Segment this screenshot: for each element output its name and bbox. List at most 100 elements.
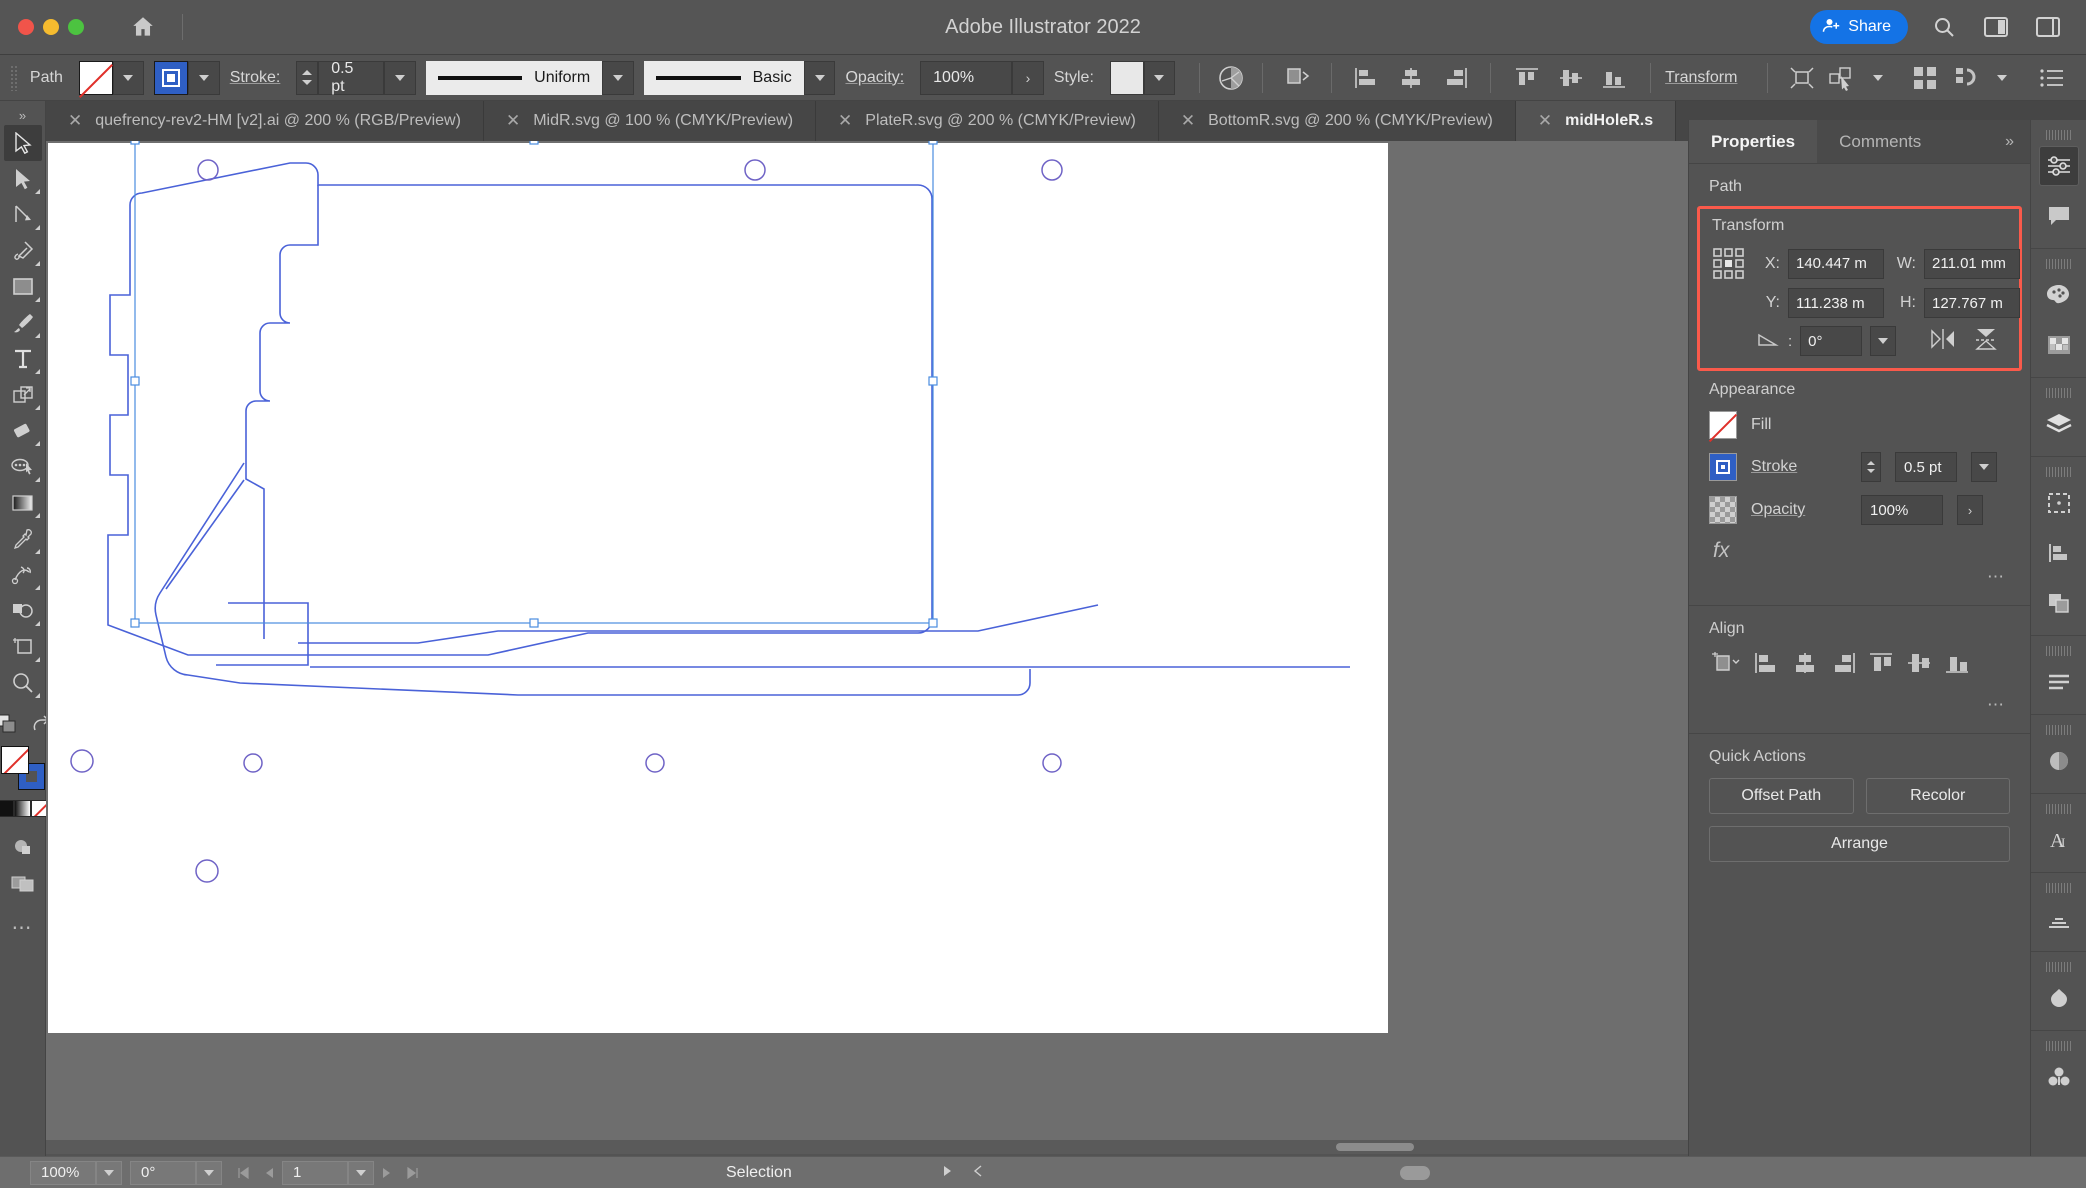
opacity-row[interactable]: Opacity 100% › [1709, 495, 2010, 525]
graphic-style-dropdown[interactable] [1144, 61, 1176, 95]
eraser-tool[interactable] [4, 413, 42, 449]
previous-page-icon[interactable] [256, 1161, 282, 1185]
stroke-weight-input[interactable]: 0.5 pt [1895, 452, 1957, 482]
edit-toolbar-icon[interactable]: ⋯ [4, 909, 42, 945]
canvas-horizontal-scrollbar[interactable] [46, 1140, 1688, 1154]
comments-panel-icon[interactable] [2039, 196, 2079, 236]
reference-point-picker[interactable] [1712, 247, 1746, 281]
brush-definition-field[interactable]: Basic [644, 61, 804, 95]
align-bottom-icon[interactable] [1943, 650, 1971, 681]
artboards-panel-icon[interactable] [2039, 483, 2079, 523]
document-tab-0[interactable]: ✕ quefrency-rev2-HM [v2].ai @ 200 % (RGB… [46, 101, 484, 141]
arrange-documents-icon[interactable] [1980, 11, 2012, 43]
fill-and-stroke-swatches[interactable] [1, 746, 45, 790]
drawing-modes-icon[interactable] [4, 829, 42, 865]
color-panel-icon[interactable] [2039, 275, 2079, 315]
recolor-button[interactable]: Recolor [1866, 778, 2011, 814]
x-input[interactable]: 140.447 m [1788, 249, 1884, 279]
tab-comments[interactable]: Comments [1817, 120, 1943, 163]
flip-vertical-icon[interactable] [1974, 327, 1998, 356]
artboard-number-field[interactable]: 1 [282, 1161, 348, 1185]
close-tab-icon[interactable]: ✕ [838, 111, 852, 131]
align-top-icon[interactable] [1867, 650, 1895, 681]
share-button[interactable]: Share [1810, 10, 1908, 44]
rail-group-grip[interactable] [2046, 130, 2072, 140]
rail-group-grip[interactable] [2046, 725, 2072, 735]
appearance-more-options-icon[interactable]: ⋯ [1709, 567, 2010, 587]
stroke-weight-dropdown[interactable] [1971, 452, 1997, 482]
gradient-tool[interactable] [4, 485, 42, 521]
stroke-swatch[interactable] [1709, 453, 1737, 481]
brushes-panel-icon[interactable] [2039, 741, 2079, 781]
selection-tool[interactable] [4, 125, 42, 161]
align-panel-icon[interactable] [2039, 533, 2079, 573]
align-top-icon[interactable] [1505, 66, 1549, 90]
pen-tool[interactable] [4, 233, 42, 269]
paragraph-panel-icon[interactable] [2039, 662, 2079, 702]
snap-to-point-icon[interactable] [1947, 65, 1987, 91]
color-mode-buttons[interactable] [0, 800, 48, 817]
rail-group-grip[interactable] [2046, 883, 2072, 893]
document-tab-4[interactable]: ✕ midHoleR.s [1516, 101, 1676, 141]
eyedropper-tool[interactable] [4, 521, 42, 557]
select-behind-dropdown[interactable] [1862, 61, 1894, 95]
first-page-icon[interactable] [230, 1161, 256, 1185]
offset-path-button[interactable]: Offset Path [1709, 778, 1854, 814]
opacity-input[interactable]: 100% [1861, 495, 1943, 525]
gradient-panel-icon[interactable] [2039, 899, 2079, 939]
close-window-button[interactable] [18, 19, 34, 35]
direct-selection-tool[interactable] [4, 161, 42, 197]
selection-bounding-box[interactable] [131, 141, 941, 631]
stroke-label[interactable]: Stroke [1751, 458, 1847, 476]
rotation-dropdown[interactable] [196, 1161, 222, 1185]
rail-group-grip[interactable] [2046, 467, 2072, 477]
blend-tool[interactable] [4, 557, 42, 593]
rail-group-grip[interactable] [2046, 259, 2072, 269]
opacity-options-button[interactable]: › [1957, 495, 1983, 525]
fill-color-swatch[interactable] [79, 61, 113, 95]
align-left-icon[interactable] [1346, 66, 1390, 90]
align-left-icon[interactable] [1753, 650, 1781, 681]
isolate-selected-path-icon[interactable] [1782, 65, 1822, 91]
layers-panel-icon[interactable] [2039, 404, 2079, 444]
arrange-button[interactable]: Arrange [1709, 826, 2010, 862]
rotation-field[interactable]: 0° [130, 1161, 196, 1185]
select-similar-objects-icon[interactable] [1277, 65, 1317, 91]
change-screen-mode-stack-icon[interactable] [0, 713, 19, 740]
paintbrush-tool[interactable] [4, 305, 42, 341]
rail-group-grip[interactable] [2046, 388, 2072, 398]
shape-builder-tool[interactable] [4, 593, 42, 629]
align-horizontal-center-icon[interactable] [1389, 66, 1433, 90]
opacity-field[interactable]: 100% [920, 61, 1012, 95]
snap-to-glyph-icon[interactable] [1903, 65, 1947, 91]
pathfinder-panel-icon[interactable] [2039, 583, 2079, 623]
h-input[interactable]: 127.767 m [1924, 288, 2020, 318]
next-page-icon[interactable] [374, 1161, 400, 1185]
align-vertical-center-icon[interactable] [1549, 66, 1593, 90]
transform-link[interactable]: Transform [1665, 69, 1737, 87]
screen-mode-icon[interactable] [4, 865, 42, 901]
swatches-panel-icon[interactable] [2039, 325, 2079, 365]
rail-group-grip[interactable] [2046, 646, 2072, 656]
document-tab-3[interactable]: ✕ BottomR.svg @ 200 % (CMYK/Preview) [1159, 101, 1516, 141]
character-panel-icon[interactable]: AI [2039, 820, 2079, 860]
workspace-switcher-icon[interactable] [2032, 11, 2064, 43]
pen-anchor-tool[interactable] [4, 197, 42, 233]
last-page-icon[interactable] [400, 1161, 426, 1185]
align-more-options-icon[interactable]: ⋯ [1709, 695, 2010, 715]
stroke-color-swatch[interactable] [154, 61, 188, 95]
artboard-tool[interactable] [4, 629, 42, 665]
stroke-row[interactable]: Stroke 0.5 pt [1709, 452, 2010, 482]
width-profile-field[interactable]: Uniform [426, 61, 603, 95]
w-input[interactable]: 211.01 mm [1924, 249, 2020, 279]
symbols-panel-icon[interactable] [2039, 978, 2079, 1018]
fill-swatch[interactable] [1, 746, 29, 774]
close-tab-icon[interactable]: ✕ [506, 111, 520, 131]
opacity-label[interactable]: Opacity [1751, 501, 1847, 519]
expand-toolbar-icon[interactable]: » [19, 109, 26, 125]
libraries-panel-icon[interactable] [2039, 1057, 2079, 1097]
document-tab-1[interactable]: ✕ MidR.svg @ 100 % (CMYK/Preview) [484, 101, 816, 141]
maximize-window-button[interactable] [68, 19, 84, 35]
play-icon[interactable] [942, 1164, 954, 1182]
select-behind-icon[interactable] [1822, 65, 1862, 91]
